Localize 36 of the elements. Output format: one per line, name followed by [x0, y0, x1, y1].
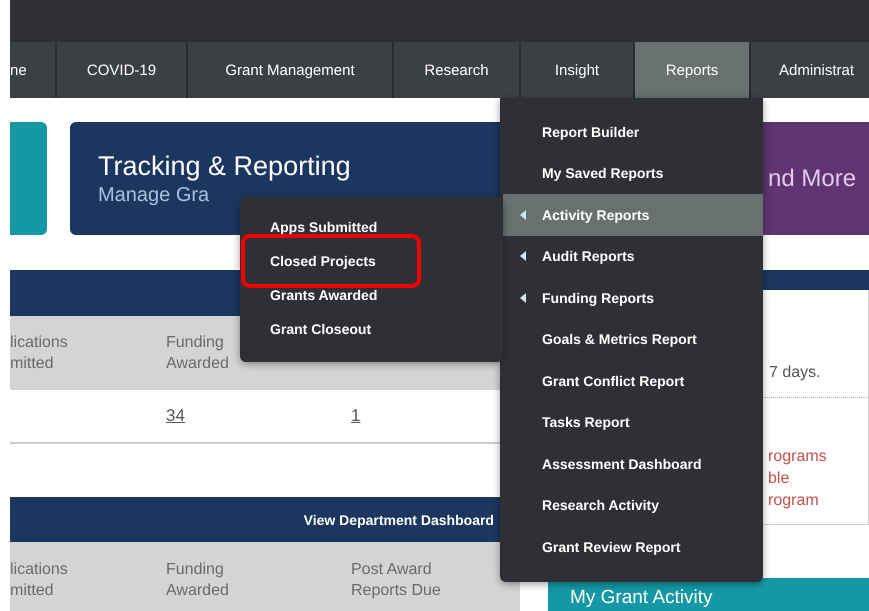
card-title: nd More	[768, 164, 858, 192]
column-header: lications mitted	[10, 560, 68, 598]
menu-item[interactable]: Activity Reports	[503, 194, 763, 236]
column-header: Funding Awarded	[166, 560, 229, 598]
program-link[interactable]: rogram	[768, 490, 827, 512]
menu-item[interactable]: Grant Review Report	[500, 526, 763, 568]
activity-title: My Grant Activity	[570, 587, 713, 608]
menu-item[interactable]: Goals & Metrics Report	[500, 318, 763, 360]
nav-tab[interactable]: Insight	[521, 42, 633, 98]
nav-tab[interactable]: Research	[394, 42, 519, 98]
count-link[interactable]: 1	[351, 406, 360, 425]
menu-item[interactable]: Grants Awarded	[241, 278, 421, 312]
menu-item[interactable]: Closed Projects	[241, 244, 421, 278]
card-title: Tracking & Reporting	[98, 150, 352, 182]
menu-item[interactable]: Assessment Dashboard	[500, 443, 763, 484]
column-header: lications mitted	[10, 334, 68, 372]
menu-item[interactable]: Grant Conflict Report	[500, 360, 763, 402]
nav-tab[interactable]: ne	[10, 42, 55, 98]
count-link[interactable]: 34	[166, 406, 185, 425]
menu-item[interactable]: Audit Reports	[500, 236, 763, 277]
nav-tab[interactable]: Grant Management	[188, 42, 392, 98]
menu-item[interactable]: Grant Closeout	[241, 312, 421, 346]
program-link[interactable]: rograms	[768, 446, 827, 468]
menu-item[interactable]: Funding Reports	[500, 277, 763, 318]
nav-tab[interactable]: Administrat	[751, 42, 869, 98]
card-subtitle: Manage Gra	[98, 184, 210, 206]
column-header: Post Award Reports Due	[351, 560, 442, 600]
program-link[interactable]: ble	[768, 468, 827, 490]
dashboard-link[interactable]: View Department Dashboard	[304, 512, 494, 528]
banner-card[interactable]	[10, 122, 47, 235]
nav-tab[interactable]: COVID-19	[57, 42, 186, 98]
column-header: Funding Awarded	[166, 334, 229, 372]
nav-tab[interactable]: Reports	[635, 42, 749, 98]
menu-item[interactable]: Research Activity	[500, 484, 763, 526]
note-text: 7 days.	[769, 364, 821, 382]
menu-item[interactable]: Tasks Report	[500, 402, 763, 443]
